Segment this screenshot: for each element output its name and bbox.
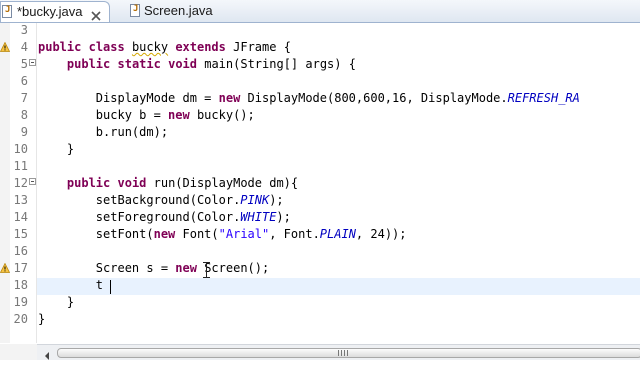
line-number: 11 <box>13 159 28 173</box>
code-line: setFont(new Font("Arial", Font.PLAIN, 24… <box>38 227 407 241</box>
text-caret <box>110 280 111 294</box>
line-number: 14 <box>13 210 28 224</box>
code-line: } <box>38 295 75 309</box>
line-number: 5 <box>20 57 28 71</box>
code-line: setBackground(Color.PINK); <box>38 193 284 207</box>
code-line: Screen s = new Screen(); <box>38 261 270 275</box>
line-number: 15 <box>13 227 28 241</box>
line-number: 7 <box>20 91 28 105</box>
line-number: 3 <box>20 23 28 37</box>
java-file-icon: J <box>130 4 143 18</box>
line-number: 18 <box>13 278 28 292</box>
line-number: 9 <box>20 125 28 139</box>
code-line: t <box>38 278 104 292</box>
ruler-corner <box>0 344 37 360</box>
tab-label: Screen.java <box>144 3 213 18</box>
scrollbar-grip-icon <box>338 350 348 356</box>
mouse-ibeam-cursor <box>203 262 210 278</box>
code-editor[interactable]: 3 4 5 6 7 8 9 10 11 12 13 14 15 16 17 18… <box>0 23 640 343</box>
line-number: 4 <box>20 40 28 54</box>
scrollbar-thumb[interactable] <box>57 348 640 358</box>
line-number: 17 <box>13 261 28 275</box>
code-line: setForeground(Color.WHITE); <box>38 210 291 224</box>
java-file-icon: J <box>2 5 15 19</box>
fold-toggle-icon[interactable] <box>29 178 36 185</box>
gutter-divider <box>36 23 37 343</box>
close-icon[interactable] <box>91 7 101 21</box>
line-number: 8 <box>20 108 28 122</box>
line-number: 13 <box>13 193 28 207</box>
horizontal-scrollbar[interactable] <box>37 344 640 360</box>
tab-screen-java[interactable]: J Screen.java <box>124 1 224 22</box>
code-line: } <box>38 142 75 156</box>
line-number: 12 <box>13 176 28 190</box>
code-line: public static void main(String[] args) { <box>66 57 356 71</box>
line-number: 20 <box>13 312 28 326</box>
code-line: DisplayMode dm = new DisplayMode(800,600… <box>38 91 580 105</box>
code-line: public void run(DisplayMode dm){ <box>66 176 299 190</box>
editor-tab-bar: J *bucky.java J Screen.java <box>0 0 640 23</box>
fold-toggle-icon[interactable] <box>29 59 36 66</box>
current-line-highlight <box>37 278 640 295</box>
code-line: bucky b = new bucky(); <box>38 108 255 122</box>
line-number: 10 <box>13 142 28 156</box>
code-line: public class bucky extends JFrame { <box>38 40 291 54</box>
scroll-left-arrow-icon[interactable] <box>42 348 52 360</box>
line-number: 19 <box>13 295 28 309</box>
code-line: b.run(dm); <box>38 125 169 139</box>
line-number: 16 <box>13 244 28 258</box>
line-number: 6 <box>20 74 28 88</box>
code-line: } <box>38 312 46 326</box>
tab-bucky-java[interactable]: J *bucky.java <box>0 1 110 22</box>
tab-label: *bucky.java <box>17 4 83 19</box>
